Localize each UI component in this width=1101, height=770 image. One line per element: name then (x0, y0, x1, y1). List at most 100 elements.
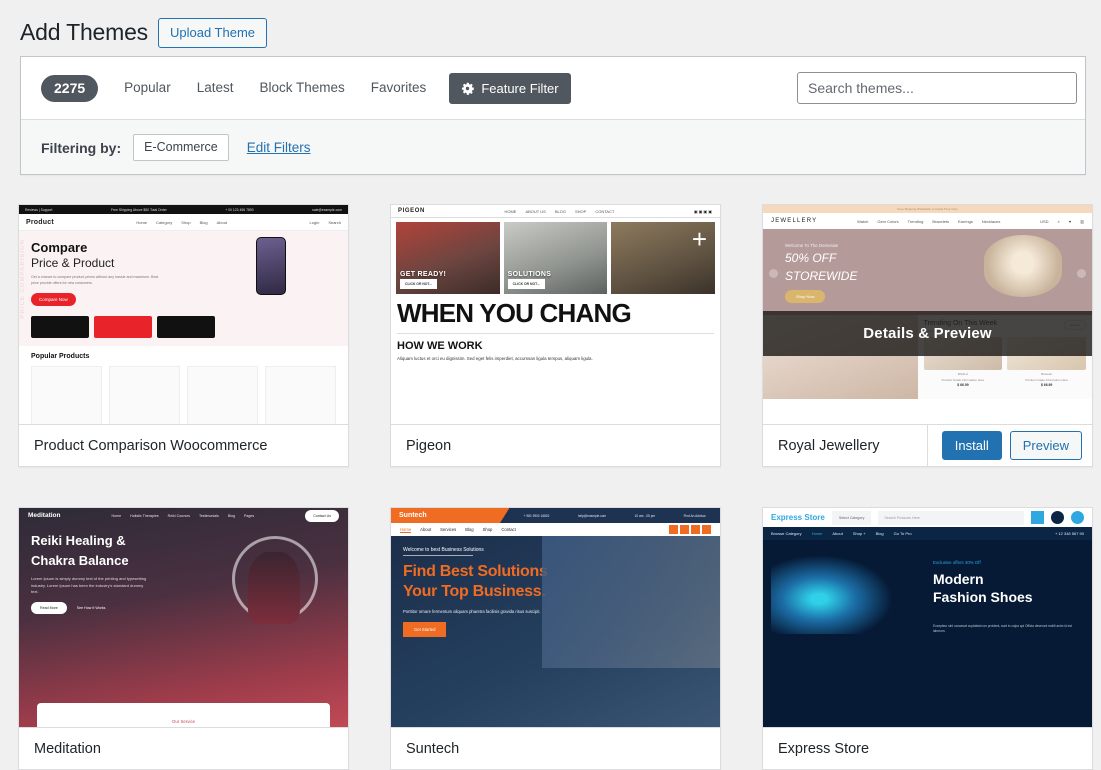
screenshot-social-icons (669, 525, 711, 534)
theme-card[interactable]: Reviews | Support Free Shipping Above $5… (18, 204, 349, 467)
screenshot-nav-item: About (832, 531, 843, 536)
screenshot-product-desc: Product Grade Information Here (941, 378, 985, 382)
screenshot-currency: USD (1040, 218, 1049, 224)
theme-name: Product Comparison Woocommerce (34, 437, 268, 454)
theme-card[interactable]: Express Store Select Category Search Pro… (762, 507, 1093, 770)
screenshot-offer: Exclusive offers 30% Off (933, 560, 981, 565)
search-icon (1031, 511, 1044, 524)
edit-filters-link[interactable]: Edit Filters (247, 140, 311, 155)
theme-count-badge: 2275 (41, 74, 99, 102)
theme-name: Royal Jewellery (778, 437, 880, 454)
theme-screenshot: Suntech + 981 9900 16802 help@example.co… (391, 508, 720, 728)
screenshot-nav-item: Home (136, 219, 147, 225)
theme-actions: Install Preview (926, 425, 1092, 466)
screenshot-nav-item: Testimonials (199, 513, 219, 518)
tab-block-themes[interactable]: Block Themes (246, 75, 357, 101)
theme-card[interactable]: Suntech + 981 9900 16802 help@example.co… (390, 507, 721, 770)
page-header: Add Themes Upload Theme (0, 0, 1101, 52)
screenshot-info-3: 10 am - 05 pm (634, 513, 656, 518)
carousel-next-icon (1077, 269, 1086, 278)
screenshot-nav-item: About (216, 219, 228, 225)
screenshot-nav-item: BLOG (554, 208, 566, 214)
screenshot-cta: Compare Now (31, 293, 76, 307)
screenshot-product (187, 366, 258, 424)
instagram-icon (702, 525, 711, 534)
linkedin-icon (691, 525, 700, 534)
details-and-preview-overlay[interactable]: Details & Preview (763, 311, 1092, 356)
theme-name-row: Suntech (391, 728, 720, 769)
screenshot-section-title: HOW WE WORK (397, 340, 483, 352)
screenshot-search-field: Search Products Here (878, 510, 1024, 525)
screenshot-product-price: $ 66.99 (957, 383, 969, 387)
screenshot-hero-image (984, 235, 1062, 297)
screenshot-nav-item: Necklaces (981, 218, 1001, 224)
screenshot-sidetext: PRICE COMPARISION (20, 239, 26, 319)
screenshot-product (31, 366, 102, 424)
screenshot-welcome: Welcome to best Business Solutions (391, 536, 720, 556)
screenshot-topbar-mail: sale@example.com (312, 207, 342, 212)
tab-popular[interactable]: Popular (111, 75, 184, 101)
screenshot-find-advisor: Find An Advisor (683, 513, 706, 518)
screenshot-product (265, 366, 336, 424)
screenshot-cta: Shop Now (785, 290, 826, 303)
active-filter-tag[interactable]: E-Commerce (133, 134, 229, 161)
theme-name-row: Express Store (763, 728, 1092, 769)
screenshot-topbar-left: Reviews | Support (25, 207, 53, 212)
screenshot-info-2: help@example.com (577, 513, 607, 518)
screenshot-paragraph: Excepteur sint occaecat cupidatat non pr… (933, 624, 1072, 634)
screenshot-nav-item: Trending (907, 218, 924, 224)
screenshot-nav-item: Shop + (852, 531, 866, 536)
screenshot-paragraph: Get a chance to compare product prices w… (31, 275, 159, 285)
feature-filter-button[interactable]: Feature Filter (449, 72, 571, 104)
screenshot-hero-image (542, 536, 720, 668)
screenshot-promo: Free Shipping Worldwide | Limited Time O… (897, 207, 958, 211)
screenshot-tile: + (611, 222, 716, 294)
theme-card[interactable]: Meditation Home Holistic Therapies Reiki… (18, 507, 349, 770)
theme-screenshot: Free Shipping Worldwide | Limited Time O… (763, 205, 1092, 425)
theme-screenshot: Meditation Home Holistic Therapies Reiki… (19, 508, 348, 728)
screenshot-browse-category: Browse Category (771, 531, 802, 536)
screenshot-nav-item: Blog (227, 513, 235, 518)
theme-filter-panel: 2275 Popular Latest Block Themes Favorit… (20, 56, 1086, 175)
screenshot-phone-image (256, 237, 286, 295)
screenshot-nav-item: Blog (875, 531, 884, 536)
screenshot-tile (31, 316, 89, 338)
theme-screenshot: Reviews | Support Free Shipping Above $5… (19, 205, 348, 425)
screenshot-subheading: Price & Product (31, 255, 115, 270)
screenshot-brand: Express Store (771, 513, 825, 522)
theme-name: Express Store (778, 740, 870, 757)
screenshot-nav-cta: Contact Us (305, 509, 339, 522)
screenshot-nav-item: About (420, 527, 432, 532)
upload-theme-button[interactable]: Upload Theme (157, 18, 268, 48)
screenshot-info-1: + 981 9900 16802 (523, 513, 550, 518)
theme-card[interactable]: PIGEON HOME ABOUT US BLOG SHOP CONTACT ▣… (390, 204, 721, 467)
preview-button[interactable]: Preview (1009, 431, 1082, 460)
active-filters-row: Filtering by: E-Commerce Edit Filters (21, 120, 1085, 175)
screenshot-section-sub: Aliquam luctus et orci eu dignissim. Sed… (397, 356, 593, 361)
search-input[interactable] (797, 72, 1077, 104)
filtering-by-label: Filtering by: (41, 139, 122, 156)
screenshot-tile-button: CLICK OR NOT... (400, 279, 437, 289)
screenshot-nav-item: ABOUT US (525, 208, 546, 214)
screenshot-cta: Read More (31, 602, 67, 615)
feature-filter-label: Feature Filter (481, 80, 559, 96)
screenshot-products (19, 360, 348, 424)
screenshot-nav-item: Contact (501, 527, 516, 532)
screenshot-nav-item: Services (440, 527, 457, 532)
theme-filter-tabs: 2275 Popular Latest Block Themes Favorit… (21, 57, 1085, 120)
screenshot-nav-item: Home (400, 526, 412, 533)
screenshot-cta-secondary: See How It Works (76, 606, 106, 611)
theme-card-hovered[interactable]: Free Shipping Worldwide | Limited Time O… (762, 204, 1093, 467)
theme-screenshot: Express Store Select Category Search Pro… (763, 508, 1092, 728)
screenshot-product-label: B'SALA (957, 372, 969, 376)
screenshot-tiles (31, 316, 215, 338)
screenshot-brand: Suntech (399, 512, 427, 519)
screenshot-phone: + 12 348 567 90 (1054, 531, 1084, 536)
tab-favorites[interactable]: Favorites (358, 75, 440, 101)
screenshot-section-title: Our Service (171, 719, 196, 724)
screenshot-nav-item: Earrings (958, 218, 973, 224)
tab-latest[interactable]: Latest (184, 75, 247, 101)
install-button[interactable]: Install (941, 431, 1002, 460)
screenshot-tile-button: CLICK OR NOT... (507, 279, 545, 289)
screenshot-heading: Modern Fashion Shoes (933, 570, 1033, 606)
